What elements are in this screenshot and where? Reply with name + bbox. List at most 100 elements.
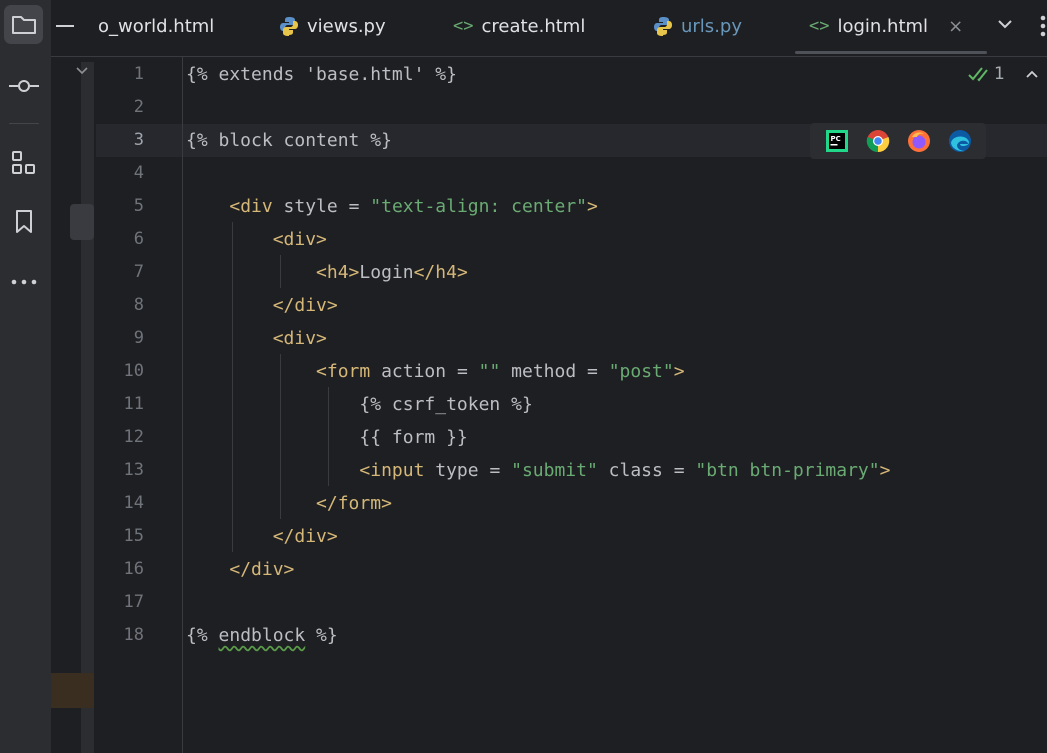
code-line[interactable]: {% csrf_token %}	[186, 388, 533, 421]
more-dots-icon	[11, 279, 36, 284]
bookmarks-button[interactable]	[4, 202, 43, 241]
more-tools-button[interactable]	[4, 262, 43, 301]
code-token: {% extends 'base.html' %}	[186, 64, 457, 85]
code-token: =	[673, 460, 696, 481]
code-line[interactable]: </div>	[186, 520, 338, 553]
code-token: >	[879, 460, 891, 481]
html-icon: <>	[809, 16, 830, 36]
code-token: Login	[359, 262, 414, 283]
code-token: style	[283, 196, 349, 217]
chrome-icon[interactable]	[866, 129, 890, 153]
tab-label: urls.py	[681, 15, 742, 37]
edge-icon[interactable]	[948, 129, 972, 153]
commit-icon	[8, 79, 39, 92]
code-line[interactable]: </div>	[186, 553, 294, 586]
code-line[interactable]: </div>	[186, 289, 338, 322]
code-line[interactable]: <h4>Login</h4>	[186, 256, 468, 289]
chevron-down-icon[interactable]	[75, 66, 89, 76]
code-token: </div>	[272, 526, 338, 547]
code-line[interactable]: </form>	[186, 487, 392, 520]
code-line[interactable]: {{ form }}	[186, 421, 468, 454]
python-icon	[654, 17, 672, 36]
python-icon	[280, 17, 298, 36]
code-line[interactable]: <input type = "submit" class = "btn btn-…	[186, 454, 890, 487]
folder-icon	[11, 15, 36, 34]
code-token: <div>	[272, 229, 327, 250]
scrollbar-thumb[interactable]	[70, 204, 94, 240]
code-editor[interactable]: {% extends 'base.html' %} {% block conten…	[186, 57, 1047, 753]
tab-label: o_world.html	[98, 15, 215, 37]
code-token: <div>	[272, 328, 327, 349]
warning-marker	[51, 673, 94, 708]
code-token: type	[435, 460, 490, 481]
scrollbar-track[interactable]	[81, 62, 94, 753]
code-token: <input	[359, 460, 436, 481]
project-folder-button[interactable]	[4, 5, 43, 44]
commit-button[interactable]	[4, 66, 43, 105]
code-token: %}	[305, 625, 338, 646]
tool-window-bar	[0, 0, 52, 753]
code-line[interactable]: <div>	[186, 322, 327, 355]
line-number: 15	[123, 526, 144, 546]
code-line[interactable]: <div>	[186, 223, 327, 256]
code-line[interactable]: {% block content %}	[186, 124, 392, 157]
tab-label: views.py	[307, 15, 386, 37]
code-line[interactable]: <form action = "" method = "post">	[186, 355, 685, 388]
tab-hello-world-html[interactable]: o_world.html	[98, 0, 214, 52]
html-icon: <>	[453, 16, 474, 36]
code-token: </form>	[316, 493, 392, 514]
code-token: </div>	[272, 295, 338, 316]
code-token: {{ form }}	[186, 427, 468, 448]
line-number: 10	[123, 361, 144, 381]
code-line[interactable]: <div style = "text-align: center">	[186, 190, 598, 223]
line-number: 8	[133, 295, 144, 315]
code-token: =	[348, 196, 371, 217]
close-tab-icon[interactable]: ×	[948, 16, 963, 37]
code-token: =	[587, 361, 609, 382]
line-number: 18	[123, 625, 144, 645]
code-token: "post"	[608, 361, 674, 382]
inspection-count: 1	[994, 64, 1005, 84]
code-token: </h4>	[413, 262, 468, 283]
pycharm-icon[interactable]: PC	[825, 129, 849, 153]
tab-urls-py[interactable]: urls.py	[653, 0, 742, 52]
code-line[interactable]: {% extends 'base.html' %}	[186, 58, 457, 91]
chevron-up-icon[interactable]	[1025, 69, 1039, 79]
code-line[interactable]: {% endblock %}	[186, 619, 338, 652]
code-token: {% block content %}	[186, 130, 392, 151]
tab-create-html[interactable]: <> create.html	[453, 0, 585, 52]
chevron-down-icon[interactable]	[997, 18, 1013, 30]
code-token: <div	[229, 196, 284, 217]
code-token: "text-align: center"	[370, 196, 588, 217]
code-token: method	[500, 361, 588, 382]
structure-button[interactable]	[4, 143, 43, 182]
bookmark-icon	[15, 209, 32, 233]
code-token: {% csrf_token %}	[186, 394, 533, 415]
tab-views-py[interactable]: views.py	[279, 0, 386, 52]
more-vertical-icon[interactable]	[1040, 15, 1046, 37]
line-number: 3	[133, 130, 144, 150]
svg-text:PC: PC	[830, 135, 840, 143]
line-number: 17	[123, 592, 144, 612]
toolbar-separator	[9, 123, 39, 124]
code-token: {%	[186, 625, 219, 646]
inspection-widget[interactable]: 1	[968, 64, 1039, 84]
structure-icon	[11, 150, 35, 174]
tab-login-html[interactable]: <> login.html ×	[794, 0, 988, 54]
code-token: =	[489, 460, 512, 481]
code-token: ""	[478, 361, 501, 382]
line-number: 11	[123, 394, 144, 414]
firefox-icon[interactable]	[907, 129, 931, 153]
line-number: 4	[133, 163, 144, 183]
line-number: 14	[123, 493, 144, 513]
tab-label: login.html	[837, 15, 929, 37]
minimize-icon[interactable]	[56, 25, 74, 27]
